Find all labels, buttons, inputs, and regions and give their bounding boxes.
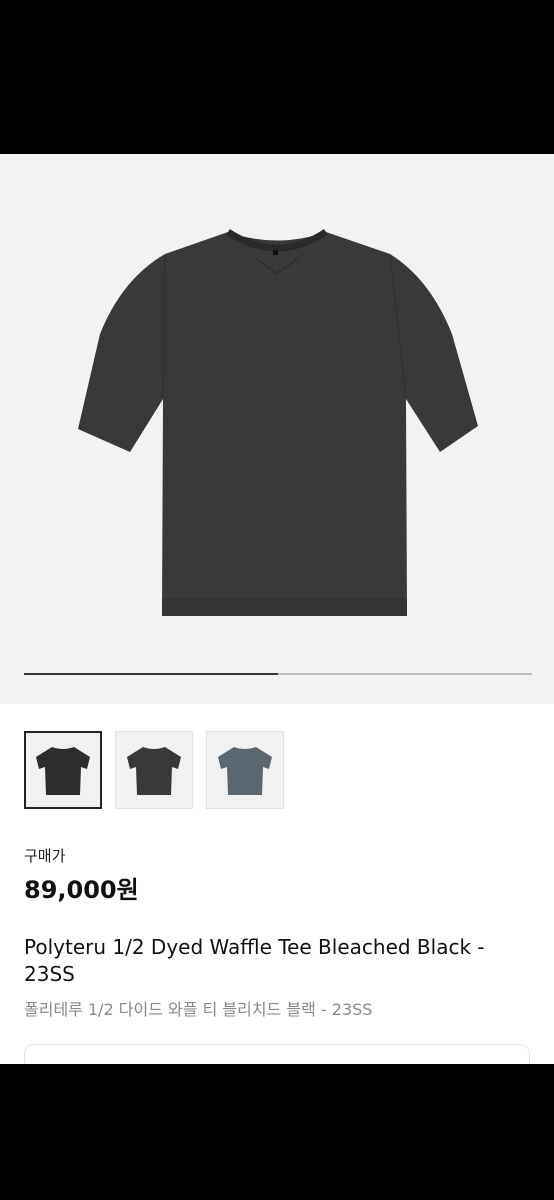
product-page: 구매가 89,000원 Polyteru 1/2 Dyed Waffle Tee… (0, 154, 554, 1064)
gallery-progress-fill (24, 673, 278, 675)
product-title: Polyteru 1/2 Dyed Waffle Tee Bleached Bl… (24, 935, 485, 986)
gallery-progress-track (24, 673, 532, 675)
bottom-black-bar (0, 1064, 554, 1200)
thumb-tee-3 (218, 747, 272, 795)
product-subtitle: 폴리테루 1/2 다이드 와플 티 블리치드 블랙 - 23SS (24, 1000, 373, 1019)
thumbnail-2[interactable] (115, 731, 193, 809)
thumb-tee-2 (127, 747, 181, 795)
thumb-tee-1 (36, 747, 90, 795)
thumbnail-1[interactable] (24, 731, 102, 809)
thumbnail-strip (24, 731, 284, 809)
product-image (78, 229, 478, 616)
price-label: 구매가 (24, 847, 66, 865)
top-black-bar (0, 0, 554, 154)
thumbnail-3[interactable] (206, 731, 284, 809)
product-image-gallery[interactable] (0, 154, 554, 704)
size-option-card[interactable] (24, 1044, 530, 1064)
price-value: 89,000원 (24, 876, 139, 904)
